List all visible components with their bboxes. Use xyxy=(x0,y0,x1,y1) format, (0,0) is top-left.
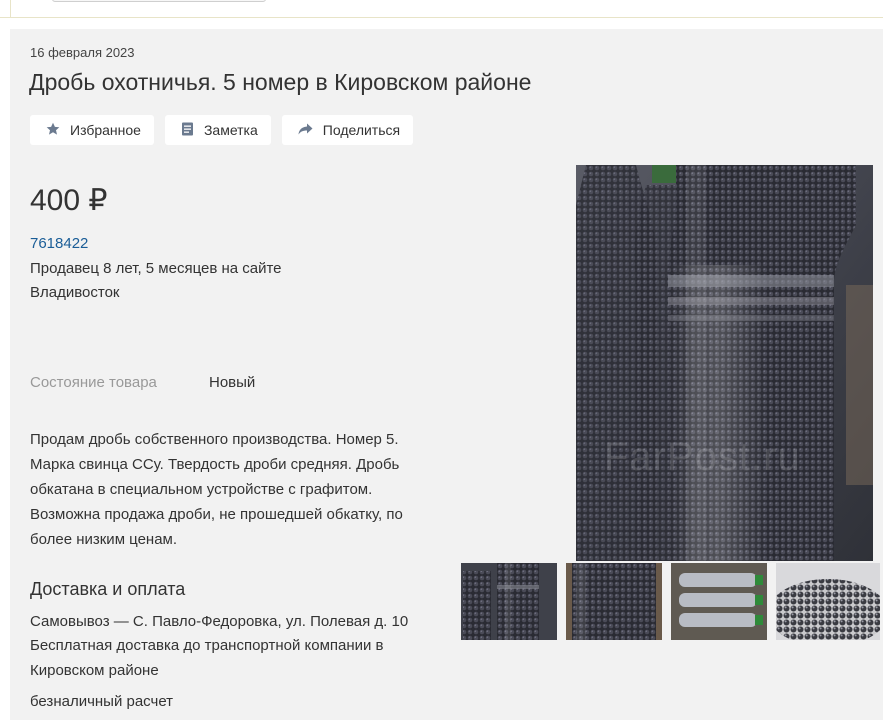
share-label: Поделиться xyxy=(322,122,401,138)
star-icon xyxy=(46,122,70,139)
action-bar: Избранное Заметка Поделиться xyxy=(30,115,414,145)
thumbnail-3-image xyxy=(671,563,767,640)
thumbnail-1-image xyxy=(461,563,557,640)
delivery-title: Доставка и оплата xyxy=(30,579,186,599)
top-strip xyxy=(0,0,883,18)
share-arrow-icon xyxy=(298,122,323,138)
thumbnail-3[interactable] xyxy=(671,563,767,640)
favorite-button[interactable]: Избранное xyxy=(30,115,154,145)
thumbnail-2-image xyxy=(566,563,662,640)
delivery-payment: безналичный расчет xyxy=(30,693,174,710)
listing-title: Дробь охотничья. 5 номер в Кировском рай… xyxy=(29,69,532,95)
top-strip-border xyxy=(10,0,11,18)
seller-city: Владивосток xyxy=(30,284,120,301)
share-button[interactable]: Поделиться xyxy=(281,115,414,145)
note-label: Заметка xyxy=(203,122,258,138)
thumbnail-1[interactable] xyxy=(461,563,557,640)
delivery-pickup: Самовывоз — С. Павло-Федоровка, ул. Поле… xyxy=(30,613,409,630)
favorite-label: Избранное xyxy=(70,122,141,138)
photo-watermark: FarPost.ru xyxy=(604,435,801,479)
listing-date: 16 февраля 2023 xyxy=(30,45,135,60)
price: 400 ₽ xyxy=(30,184,108,217)
bottles-photo xyxy=(576,165,873,561)
note-icon xyxy=(181,122,204,139)
seller-age: Продавец 8 лет, 5 месяцев на сайте xyxy=(30,260,282,277)
thumbnail-2[interactable] xyxy=(566,563,662,640)
thumbnail-4[interactable] xyxy=(776,563,880,640)
listing-description: Продам дробь собственного производства. … xyxy=(30,431,403,548)
seller-link[interactable]: 7618422 xyxy=(30,235,88,252)
condition-label: Состояние товара xyxy=(30,374,157,391)
listing-card: 16 февраля 2023 Дробь охотничья. 5 номер… xyxy=(10,29,883,720)
delivery-free: Бесплатная доставка до транспортной комп… xyxy=(30,637,384,679)
search-input[interactable] xyxy=(52,0,266,2)
main-photo[interactable]: FarPost.ru xyxy=(576,165,873,561)
thumbnail-strip xyxy=(461,563,880,640)
note-button[interactable]: Заметка xyxy=(164,115,271,145)
thumbnail-4-image xyxy=(776,563,880,640)
condition-value: Новый xyxy=(209,374,256,391)
